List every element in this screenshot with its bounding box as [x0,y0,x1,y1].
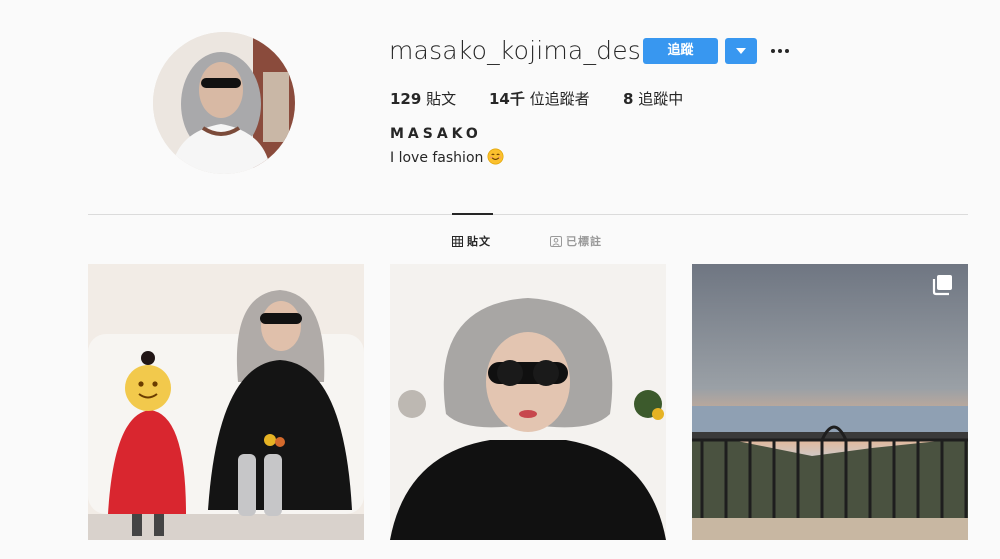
followers-stat[interactable]: 14千 位追蹤者 [489,88,590,109]
followers-count: 14千 [489,90,525,108]
tab-posts-label: 貼文 [467,235,491,248]
following-stat[interactable]: 8 追蹤中 [623,88,683,109]
post-image [88,264,364,540]
following-count: 8 [623,90,634,108]
tab-tagged-label: 已標註 [566,235,602,248]
ellipsis-icon [771,49,789,53]
posts-label: 貼文 [421,90,457,108]
post-image [390,264,666,540]
tab-posts[interactable]: 貼文 [452,233,491,249]
post-thumbnail[interactable] [88,264,364,540]
followers-label: 位追蹤者 [524,90,590,108]
multi-image-icon [932,275,952,296]
active-tab-indicator [452,213,493,215]
triangle-down-icon [736,48,746,54]
tab-tagged[interactable]: 已標註 [550,233,602,249]
bio-text: I love fashion [390,150,484,166]
username: masako_kojima_desu [389,36,658,65]
grid-icon [452,236,463,247]
smiling-face-emoji-icon [487,148,504,165]
follow-button[interactable]: 追蹤 [643,38,718,64]
tabs-divider [88,214,968,215]
avatar-image [153,32,295,174]
tagged-icon [550,236,562,247]
post-image [692,264,968,540]
profile-bio: I love fashion [390,148,504,166]
posts-count: 129 [390,90,422,108]
post-thumbnail[interactable] [692,264,968,540]
profile-avatar[interactable] [153,32,295,174]
suggestions-dropdown-button[interactable] [725,38,757,64]
post-thumbnail[interactable] [390,264,666,540]
posts-stat: 129 貼文 [390,88,456,109]
profile-full-name: MASAKO [390,126,482,142]
following-label: 追蹤中 [633,90,684,108]
more-options-button[interactable] [770,43,790,57]
